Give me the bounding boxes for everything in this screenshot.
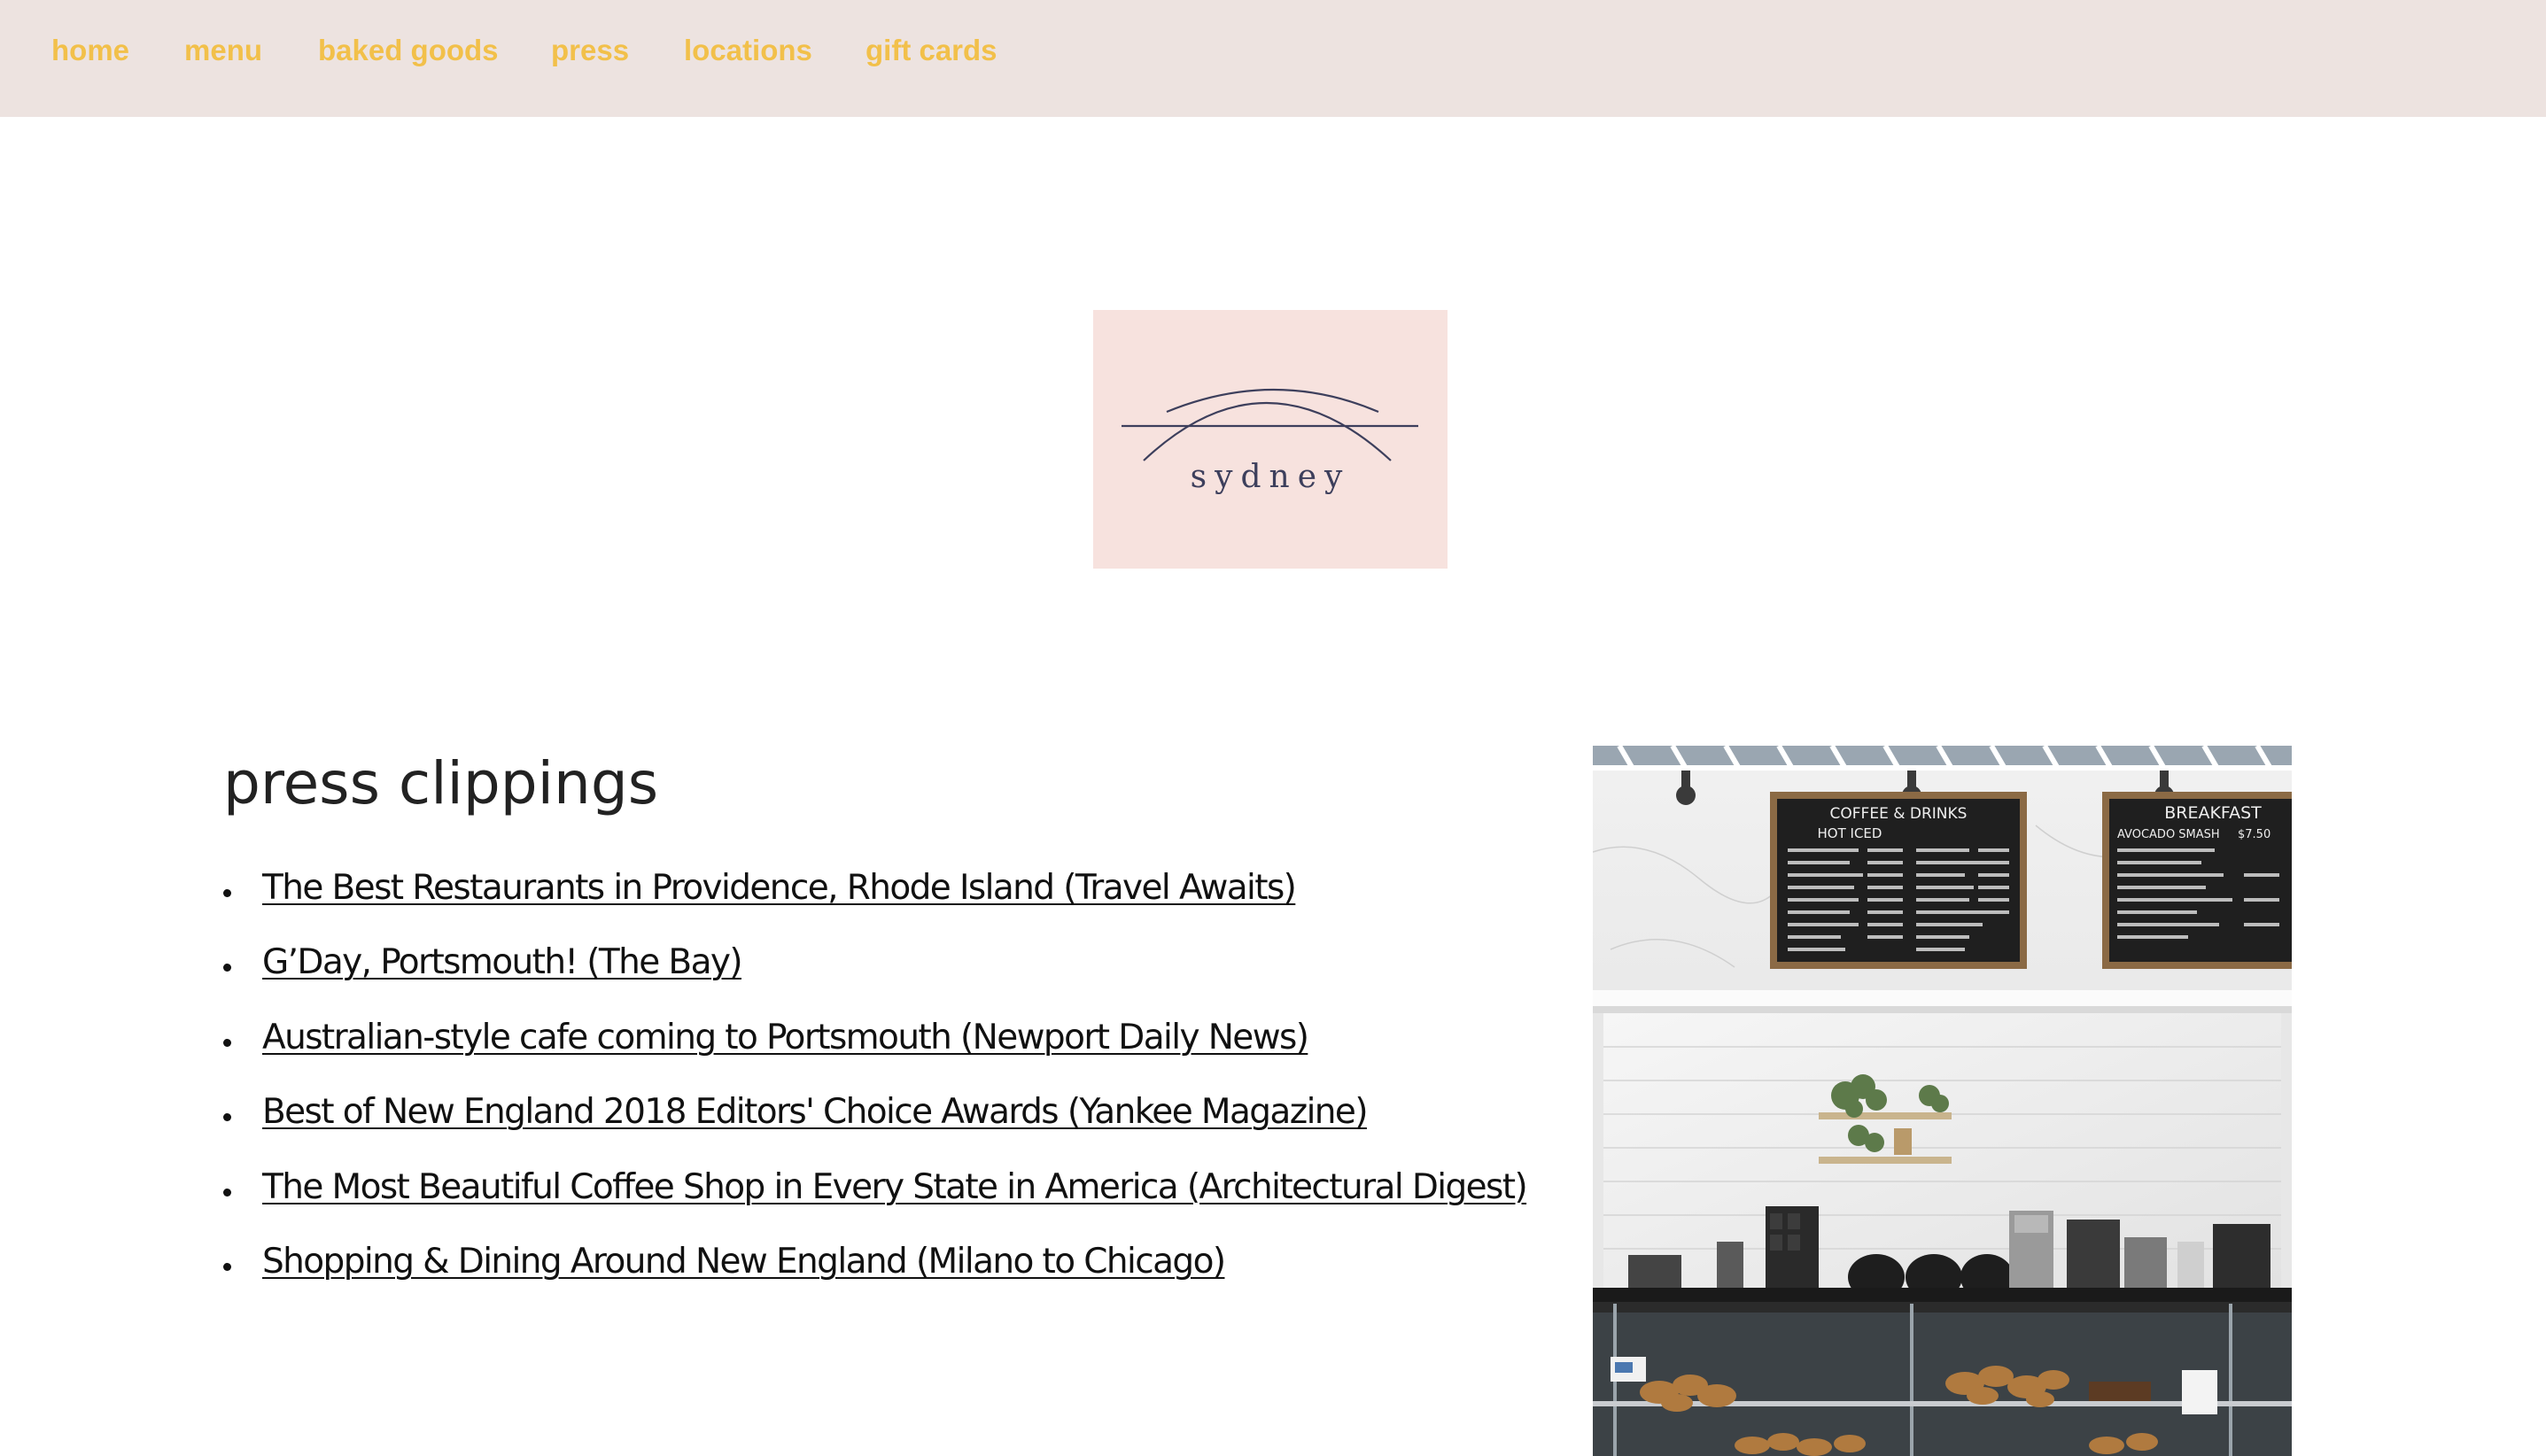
page-title: press clippings <box>223 749 659 817</box>
press-link-the-bay[interactable]: G’Day, Portsmouth! (The Bay) <box>262 942 743 982</box>
press-link-architectural-digest[interactable]: The Most Beautiful Coffee Shop in Every … <box>262 1167 1528 1207</box>
top-nav: home menu baked goods press locations gi… <box>0 0 2546 117</box>
logo-wordmark: sydney <box>1191 459 1351 495</box>
bullet-icon <box>223 964 231 972</box>
cafe-interior-image: COFFEE & DRINKS HOT ICED BREAKFAST AVOCA… <box>1593 746 2292 1456</box>
menu-board-right-price: $7.50 <box>2238 828 2270 841</box>
list-item: G’Day, Portsmouth! (The Bay) <box>223 942 1526 1017</box>
list-item: Best of New England 2018 Editors' Choice… <box>223 1092 1526 1166</box>
list-item: The Most Beautiful Coffee Shop in Every … <box>223 1167 1528 1242</box>
press-clippings-list: The Best Restaurants in Providence, Rhod… <box>223 868 1528 1316</box>
press-link-milano-to-chicago[interactable]: Shopping & Dining Around New England (Mi… <box>262 1242 1226 1282</box>
menu-board-left-columns: HOT ICED <box>1818 825 1882 841</box>
bridge-logo-icon: sydney <box>1122 388 1418 495</box>
press-link-newport-daily-news[interactable]: Australian-style cafe coming to Portsmou… <box>262 1018 1309 1057</box>
nav-home-link[interactable]: home <box>51 34 129 67</box>
menu-board-right-title: BREAKFAST <box>2164 803 2262 823</box>
bullet-icon <box>223 1262 231 1271</box>
list-item: The Best Restaurants in Providence, Rhod… <box>223 868 1526 942</box>
nav-gift-cards-link[interactable]: gift cards <box>865 34 997 67</box>
press-link-travel-awaits[interactable]: The Best Restaurants in Providence, Rhod… <box>262 868 1297 908</box>
nav-locations-link[interactable]: locations <box>684 34 812 67</box>
press-link-yankee-magazine[interactable]: Best of New England 2018 Editors' Choice… <box>262 1092 1369 1132</box>
list-item: Shopping & Dining Around New England (Mi… <box>223 1242 1526 1316</box>
bullet-icon <box>223 889 231 897</box>
nav-baked-goods-link[interactable]: baked goods <box>318 34 499 67</box>
sydney-logo[interactable]: sydney <box>1093 310 1448 569</box>
menu-board-right-item: AVOCADO SMASH <box>2117 828 2220 841</box>
nav-menu-link[interactable]: menu <box>184 34 262 67</box>
list-item: Australian-style cafe coming to Portsmou… <box>223 1018 1526 1092</box>
bullet-icon <box>223 1113 231 1122</box>
bullet-icon <box>223 1038 231 1047</box>
nav-press-link[interactable]: press <box>551 34 629 67</box>
cafe-counter-photo: COFFEE & DRINKS HOT ICED BREAKFAST AVOCA… <box>1593 746 2292 1456</box>
bullet-icon <box>223 1188 231 1197</box>
menu-board-left-title: COFFEE & DRINKS <box>1830 805 1968 823</box>
